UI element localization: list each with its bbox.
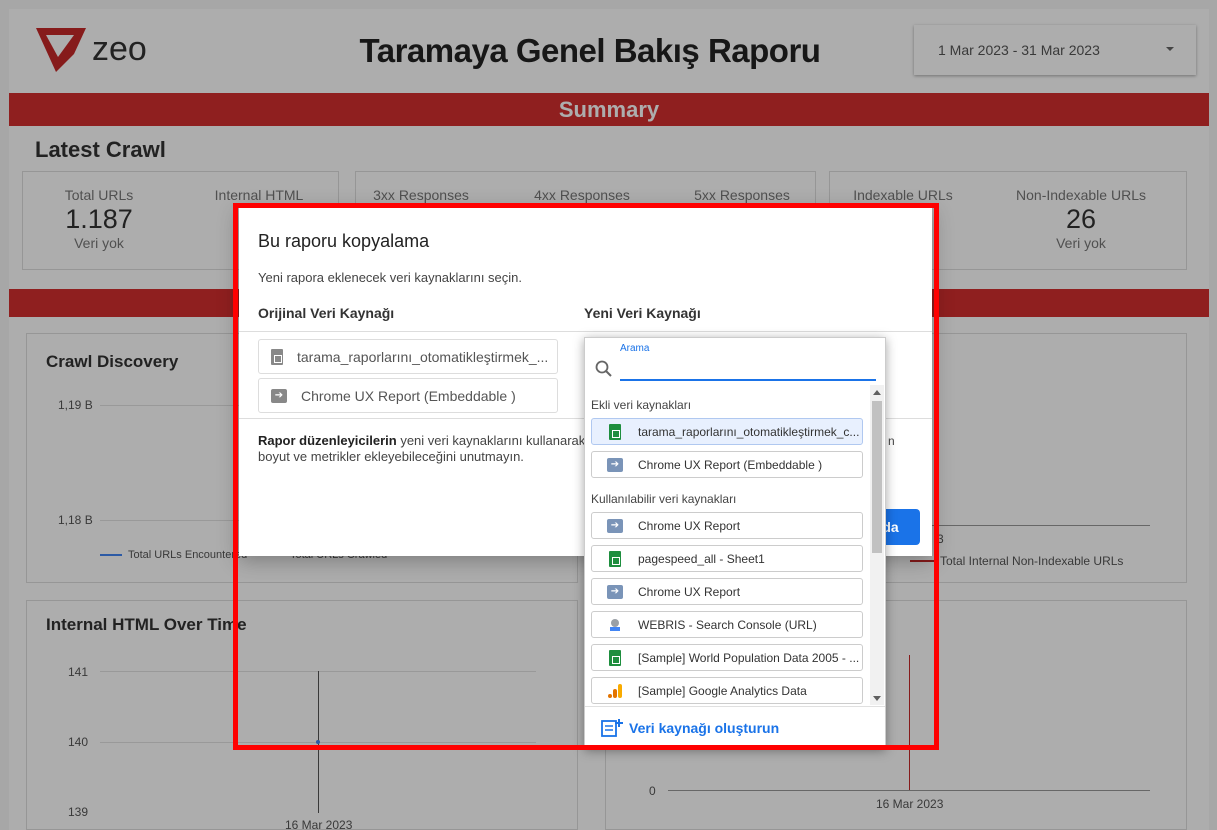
- new-source-header: Yeni Veri Kaynağı: [584, 305, 701, 321]
- scrollbar-thumb[interactable]: [872, 401, 882, 553]
- dialog-description: Yeni rapora eklenecek veri kaynaklarını …: [258, 270, 522, 285]
- original-source-name: Chrome UX Report (Embeddable ): [301, 387, 516, 404]
- available-source-item[interactable]: ➔ Chrome UX Report: [591, 578, 863, 605]
- connector-icon: ➔: [607, 518, 623, 533]
- sheet-icon: [271, 348, 283, 365]
- add-data-source-icon: [601, 719, 623, 737]
- data-source-dropdown: Arama Ekli veri kaynakları tarama_raporl…: [584, 337, 886, 749]
- note-text-line2: boyut ve metrikler ekleyebileceğini unut…: [258, 449, 524, 464]
- connector-icon: ➔: [607, 457, 623, 472]
- create-data-source-button[interactable]: Veri kaynağı oluşturun: [585, 706, 885, 749]
- analytics-icon: [608, 683, 622, 698]
- original-source-crux: ➔ Chrome UX Report (Embeddable ): [258, 378, 558, 413]
- search-icon: [594, 359, 614, 384]
- note-bold: Rapor düzenleyicilerin: [258, 433, 397, 448]
- source-name: Chrome UX Report: [638, 584, 741, 599]
- connector-icon: ➔: [271, 388, 287, 403]
- available-source-item[interactable]: ➔ Chrome UX Report: [591, 512, 863, 539]
- source-name: tarama_raporlarını_otomatikleştirmek_c..…: [638, 424, 860, 439]
- available-source-item[interactable]: [Sample] World Population Data 2005 - ..…: [591, 644, 863, 671]
- dropdown-scrollbar[interactable]: [870, 385, 884, 705]
- sheets-icon: [609, 649, 621, 666]
- added-source-item[interactable]: ➔ Chrome UX Report (Embeddable ): [591, 451, 863, 478]
- group-available-label: Kullanılabilir veri kaynakları: [591, 492, 737, 506]
- search-input[interactable]: [620, 357, 876, 381]
- source-name: WEBRIS - Search Console (URL): [638, 617, 817, 632]
- scroll-up-icon[interactable]: [873, 390, 881, 395]
- scroll-down-icon[interactable]: [873, 696, 881, 701]
- create-data-source-label: Veri kaynağı oluşturun: [629, 720, 780, 736]
- source-name: Chrome UX Report: [638, 518, 741, 533]
- note-fragment: n: [888, 434, 895, 448]
- original-source-sheet: tarama_raporlarını_otomatikleştirmek_...: [258, 339, 558, 374]
- connector-icon: ➔: [607, 584, 623, 599]
- editor-note: Rapor düzenleyicilerin yeni veri kaynakl…: [258, 433, 598, 465]
- available-source-item[interactable]: pagespeed_all - Sheet1: [591, 545, 863, 572]
- available-source-item[interactable]: WEBRIS - Search Console (URL): [591, 611, 863, 638]
- note-text: yeni veri kaynaklarını kullanarak g: [396, 433, 597, 448]
- dialog-title: Bu raporu kopyalama: [258, 231, 430, 251]
- added-source-item[interactable]: tarama_raporlarını_otomatikleştirmek_c..…: [591, 418, 863, 445]
- available-source-item[interactable]: [Sample] Google Analytics Data: [591, 677, 863, 704]
- source-name: pagespeed_all - Sheet1: [638, 551, 765, 566]
- search-label: Arama: [620, 343, 650, 354]
- original-source-header: Orijinal Veri Kaynağı: [258, 305, 395, 321]
- source-name: [Sample] Google Analytics Data: [638, 683, 807, 698]
- group-added-label: Ekli veri kaynakları: [591, 398, 692, 412]
- search-console-icon: [610, 618, 620, 631]
- original-source-name: tarama_raporlarını_otomatikleştirmek_...: [297, 348, 549, 365]
- sheets-icon: [609, 550, 621, 567]
- sheets-icon: [609, 423, 621, 440]
- source-name: [Sample] World Population Data 2005 - ..…: [638, 650, 860, 665]
- source-name: Chrome UX Report (Embeddable ): [638, 457, 823, 472]
- divider: [239, 331, 932, 332]
